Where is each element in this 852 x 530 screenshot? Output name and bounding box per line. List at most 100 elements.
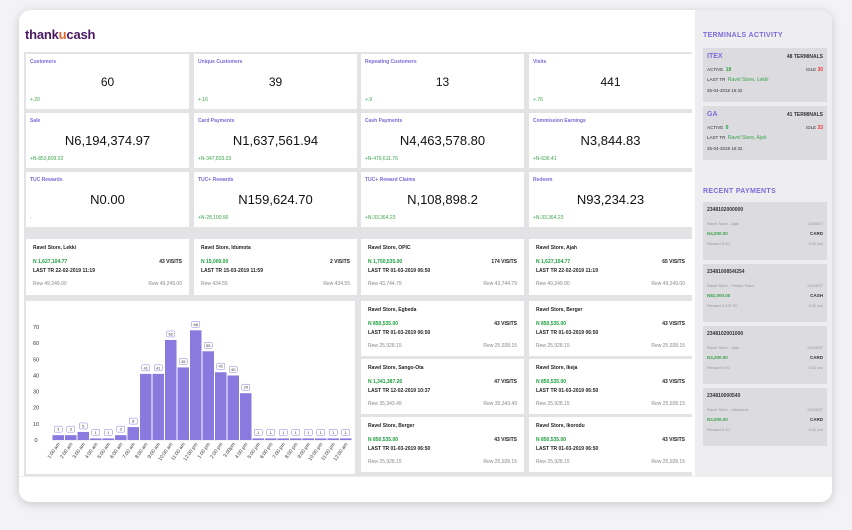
stat-label: Redeem (533, 177, 553, 183)
payment-id: 2348100854l254 (707, 269, 745, 275)
payment-reward: Reward 0.00 (707, 365, 730, 370)
store-card[interactable]: Ravel Store, Ajah N 1,627,104.77 65 VISITS… (529, 239, 692, 295)
stat-card[interactable]: TUC+ Reward Claims N,108,898.2 +N-33,364.2… (361, 172, 524, 227)
payment-amount: N3,200.00 (707, 355, 728, 360)
terminal-card[interactable]: ITEX 48 TERMINALS ACTIVE 18 IDLE 30 LAST TR … (703, 48, 827, 102)
chart-bar[interactable] (252, 438, 265, 440)
payment-card[interactable]: 2348102001000 Ravel Store - Ajah 22/05/07 N… (703, 326, 827, 384)
chart-bar[interactable] (265, 438, 277, 440)
chart-bar[interactable] (215, 372, 227, 440)
chart-bar[interactable] (127, 427, 140, 440)
store-visits: 43 VISITS (494, 321, 517, 327)
y-tick-label: 50 (33, 357, 39, 363)
terminal-provider: GA (707, 111, 718, 118)
active-count: 8 (725, 125, 729, 131)
terminal-last-transaction: LAST TR Ravel Store, Lekki (707, 77, 768, 83)
payment-card[interactable]: 234810000540 Ravel Store - Maryland 22/05/… (703, 388, 827, 446)
payment-reward: Reward 3,037.00 (707, 303, 738, 308)
chart-bar[interactable] (302, 438, 315, 440)
chart-bar[interactable] (65, 435, 77, 440)
chart-bar[interactable] (165, 339, 177, 440)
store-reward-right: Rew 25,928.15 (651, 459, 685, 465)
store-last-transaction: LAST TR 22-02-2019 11:19 (33, 268, 95, 274)
store-reward-right: Rew 25,928.15 (651, 343, 685, 349)
y-tick-label: 10 (33, 422, 39, 428)
store-card[interactable]: Ravel Store, Sango-Ota N 1,341,387.26 47 V… (361, 359, 524, 414)
chart-bar[interactable] (102, 438, 115, 440)
logo-text-pre: thank (25, 27, 59, 42)
store-card[interactable]: Ravel Store, Ikeja N 850,535.00 43 VISITS L… (529, 359, 692, 414)
chart-bar[interactable] (90, 438, 102, 440)
payment-method: CARD (810, 355, 823, 360)
store-amount: N 15,000.00 (201, 259, 229, 265)
store-card[interactable]: Ravel Store, Egbeda N 850,535.00 43 VISITS… (361, 301, 524, 356)
store-card[interactable]: Ravel Store, OPIC N 1,750,535.00 174 VISIT… (361, 239, 524, 295)
terminal-last-transaction: LAST TR Ravel Store, Ajah (707, 135, 767, 141)
stat-card[interactable]: Redeem N93,234.23 +N-33,364.23 (529, 172, 692, 227)
stat-label: Customers (30, 59, 57, 65)
chart-bar[interactable] (277, 438, 290, 440)
payment-card[interactable]: 2348100854l254 Ravel Store - Festac Town 2… (703, 264, 827, 322)
stat-card[interactable]: Sale N6,194,374.97 +N-853,809.02 (26, 113, 189, 168)
stat-label: Repeating Customers (365, 59, 417, 65)
x-tick-label: 2:00 pm (209, 442, 224, 460)
stat-label: Sale (30, 118, 41, 124)
stat-card[interactable]: TUC Rewards N0.00 - (26, 172, 189, 227)
payment-card[interactable]: 2348102000000 Ravel Store - Ajah 22/05/07 N… (703, 202, 827, 260)
store-last-transaction: LAST TR 01-03-2019 06:50 (536, 330, 599, 336)
logo[interactable]: thankucash (25, 27, 95, 42)
stat-card[interactable]: TUC+ Rewards N159,624.70 +N-28,100.90 (194, 172, 357, 227)
terminal-card[interactable]: GA 41 TERMINALS ACTIVE 8 IDLE 33 LAST TR Rav… (703, 106, 827, 160)
chart-bar[interactable] (227, 375, 240, 440)
chart-bar[interactable] (240, 393, 252, 440)
stat-card[interactable]: Repeating Customers 13 +.9 (361, 54, 524, 109)
chart-bar[interactable] (315, 438, 327, 440)
chart-bar[interactable] (202, 351, 215, 440)
y-tick-label: 30 (33, 390, 39, 396)
chart-bar[interactable] (115, 435, 127, 440)
chart-bar[interactable] (340, 438, 352, 440)
last-store: Ravel Store, Lekki (727, 77, 769, 83)
chart-bar[interactable] (290, 438, 302, 440)
store-amount: N 850,535.00 (536, 379, 567, 385)
stat-card[interactable]: Unique Customers 39 +.16 (194, 54, 357, 109)
stat-card[interactable]: Cash Payments N4,463,578.80 +N-479,611.76 (361, 113, 524, 168)
stat-value: N3,844.83 (580, 133, 641, 148)
terminal-date: 25-04-2019 15:32 (707, 146, 743, 151)
store-card[interactable]: Ravel Store, Berger N 850,535.00 43 VISITS… (529, 301, 692, 356)
terminal-provider: ITEX (707, 53, 723, 60)
data-label: 41 (156, 365, 161, 370)
y-tick-label: 20 (33, 406, 39, 412)
stat-change: +N-636.41 (533, 156, 557, 162)
payment-time: 5:32 pm (808, 365, 823, 370)
store-card[interactable]: Ravel Store, Lekki N 1,627,104.77 43 VISIT… (26, 239, 189, 295)
data-label: 45 (181, 359, 186, 364)
chart-bar[interactable] (52, 435, 65, 440)
store-last-transaction: LAST TR 01-03-2019 06:50 (368, 330, 431, 336)
chart-bar[interactable] (177, 367, 190, 440)
store-amount: N 850,535.00 (536, 321, 567, 327)
store-card[interactable]: Ravel Store, Berger N 850,535.00 43 VISITS… (361, 417, 524, 472)
payment-method: CARD (810, 417, 823, 422)
stat-card[interactable]: Card Payments N1,637,561.94 +N-347,833.03 (194, 113, 357, 168)
terminal-count: 41 TERMINALS (786, 112, 823, 118)
recent-payments-title: RECENT PAYMENTS (703, 188, 776, 195)
store-reward-right: Rew 25,928.15 (483, 459, 517, 465)
payment-amount: N3,000.00 (707, 417, 728, 422)
store-card[interactable]: Ravel Store, Idumota N 15,000.00 2 VISITS L… (194, 239, 357, 295)
stat-card[interactable]: Commission Earnings N3,844.83 +N-636.41 (529, 113, 692, 168)
stat-value: 60 (100, 75, 115, 89)
chart-bar[interactable] (77, 431, 90, 440)
stat-card[interactable]: Visits 441 +.76 (529, 54, 692, 109)
stat-card[interactable]: Customers 60 +.20 (26, 54, 189, 109)
store-card[interactable]: Ravel Store, Ikorodu N 850,535.00 43 VISIT… (529, 417, 692, 472)
chart-bar[interactable] (140, 373, 152, 440)
chart-bar[interactable] (152, 373, 165, 440)
chart-bar[interactable] (327, 438, 340, 440)
terminal-idle: IDLE 30 (806, 67, 823, 73)
store-reward-right: Rew 35,343.49 (483, 401, 517, 407)
sidebar: TERMINALS ACTIVITY ITEX 48 TERMINALS ACTIV… (695, 10, 832, 476)
payment-date: 22/05/07 (807, 345, 823, 350)
chart-bar[interactable] (190, 330, 202, 440)
idle-count: 33 (817, 125, 823, 131)
